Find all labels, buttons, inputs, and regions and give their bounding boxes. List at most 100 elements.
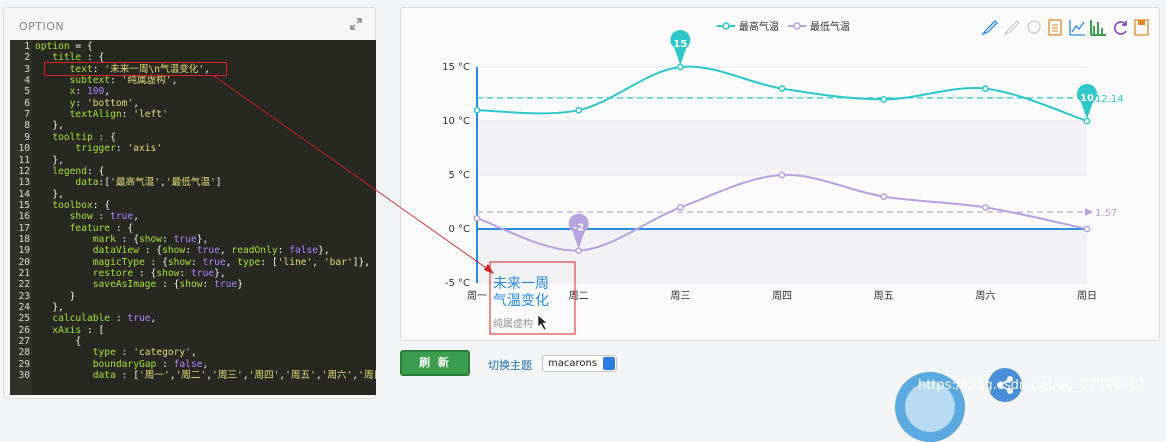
x-tick-label: 周三 <box>670 290 690 302</box>
mark-clear-icon[interactable] <box>1027 20 1041 34</box>
code-line: 19 dataView : {show: true, readOnly: fal… <box>10 245 376 256</box>
icon-shape <box>981 20 998 36</box>
icon-shape <box>1090 20 1106 36</box>
code-line: 4 subtext: '纯属虚构', <box>10 75 376 86</box>
chart-legend: 最高气温 最低气温 <box>717 20 850 33</box>
line-number: 12 <box>18 165 30 177</box>
legend-label: 最低气温 <box>810 20 850 33</box>
line-number: 16 <box>18 211 30 223</box>
icon-shape <box>1027 20 1041 34</box>
watermark-text: https://blog.csdn.net/qq_39928481 <box>918 378 1147 393</box>
code-line: 5 x: 100, <box>10 86 376 97</box>
line-number: 7 <box>24 109 30 121</box>
code-line: 8 }, <box>10 120 376 131</box>
x-tick-label: 周四 <box>772 290 792 302</box>
line-number: 23 <box>18 290 30 302</box>
icon-shape <box>1138 20 1145 25</box>
average-label: 1.57 <box>1095 208 1117 219</box>
code-line: 18 mark : {show: true}, <box>10 234 376 245</box>
theme-select-value: macarons <box>548 358 598 369</box>
data-point <box>473 106 481 114</box>
chevron-updown-icon <box>603 357 615 370</box>
code-line: 10 trigger: 'axis' <box>10 143 376 154</box>
code-line: 20 magicType : {show: true, type: ['line… <box>10 257 376 268</box>
code-line: 9 tooltip : { <box>10 132 376 143</box>
code-text: x: 100, <box>35 86 111 98</box>
data-point <box>880 96 888 103</box>
code-text: dataView : {show: true, readOnly: false}… <box>35 245 330 257</box>
data-point <box>1083 225 1091 233</box>
code-line: 28 type : 'category', <box>10 347 376 358</box>
data-point <box>676 63 684 71</box>
line-number: 17 <box>18 222 30 234</box>
line-number: 8 <box>24 120 30 132</box>
line-number: 14 <box>18 188 30 200</box>
line-number: 4 <box>24 75 30 87</box>
refresh-button[interactable]: 刷 新 <box>400 350 470 376</box>
code-text: saveAsImage : {show: true} <box>35 279 243 291</box>
code-line: 24 }, <box>10 302 376 313</box>
save-image-icon[interactable] <box>1134 19 1149 36</box>
data-point <box>676 204 684 211</box>
line-number: 1 <box>24 41 30 52</box>
x-tick-label: 周二 <box>569 290 589 302</box>
x-tick-label: 周六 <box>975 290 995 302</box>
legend-marker <box>793 22 801 30</box>
restore-icon[interactable] <box>1114 21 1127 35</box>
line-number: 9 <box>24 131 30 143</box>
line-number: 22 <box>18 279 30 291</box>
code-text: magicType : {show: true, type: ['line', … <box>35 256 371 268</box>
chart-subtitle: 纯属虚构 <box>493 317 533 330</box>
legend-marker <box>722 22 730 30</box>
code-text: xAxis : [ <box>35 324 105 336</box>
code-line: 16 show : true, <box>10 211 376 222</box>
theme-select[interactable]: macarons <box>542 355 617 372</box>
code-line: 25 calculable : true, <box>10 313 376 324</box>
chart-toolbox <box>981 19 1149 36</box>
x-tick-label: 周日 <box>1077 290 1097 302</box>
average-line-arrow <box>1085 208 1093 217</box>
code-line: 23 } <box>10 291 376 302</box>
code-text: boundaryGap : false, <box>35 358 209 370</box>
chart-title: 气温变化 <box>493 293 549 309</box>
temperature-chart[interactable]: 15 °C 10 °C 5 °C 0 °C -5 °C周一 周二 周三 周四 周五 周六 周日 12.… <box>400 7 1160 341</box>
line-number: 24 <box>18 302 30 314</box>
code-text: restore : {show: true}, <box>35 268 226 279</box>
line-number: 13 <box>18 177 30 189</box>
code-text: }, <box>35 188 64 200</box>
line-number: 3 <box>24 63 30 75</box>
switch-theme-label: 切换主题 <box>488 359 532 372</box>
grid-band <box>477 175 1087 229</box>
code-line: 14 }, <box>10 189 376 200</box>
code-line: 17 feature : { <box>10 223 376 234</box>
code-line: 11 }, <box>10 155 376 166</box>
code-text: mark : {show: true}, <box>35 233 209 245</box>
code-line: 29 boundaryGap : false, <box>10 359 376 370</box>
code-line: 27 { <box>10 336 376 347</box>
data-view-icon[interactable] <box>1048 19 1062 36</box>
code-text: calculable : true, <box>35 313 157 325</box>
line-number: 15 <box>18 199 30 211</box>
code-text: }, <box>35 154 64 166</box>
line-chart-icon[interactable] <box>1069 20 1085 36</box>
expand-arrows-icon[interactable] <box>349 17 363 31</box>
line-number: 11 <box>18 154 30 166</box>
mark-pen-icon[interactable] <box>981 20 998 36</box>
line-number: 25 <box>18 313 30 325</box>
code-editor[interactable]: 1 option = {2 title : {3 text: '未来一周\n气温变… <box>10 40 376 395</box>
code-text: } <box>35 290 76 302</box>
code-line: 22 saveAsImage : {show: true} <box>10 279 376 290</box>
mark-undo-icon[interactable] <box>1003 20 1020 36</box>
line-number: 27 <box>18 336 30 348</box>
x-tick-label: 周五 <box>874 290 894 302</box>
chart-title: 未来一周 <box>493 276 549 292</box>
line-number: 26 <box>18 324 30 336</box>
code-line: 30 data : ['周一','周二','周三','周四','周五','周六'… <box>10 370 376 381</box>
code-text: option = { <box>35 41 93 52</box>
code-text: }, <box>35 302 64 314</box>
code-text: subtext: '纯属虚构', <box>35 75 178 87</box>
grid-band <box>477 121 1087 175</box>
code-text: { <box>35 336 82 348</box>
bar-chart-icon[interactable] <box>1090 20 1106 36</box>
y-tick-label: 0 °C <box>448 224 470 235</box>
